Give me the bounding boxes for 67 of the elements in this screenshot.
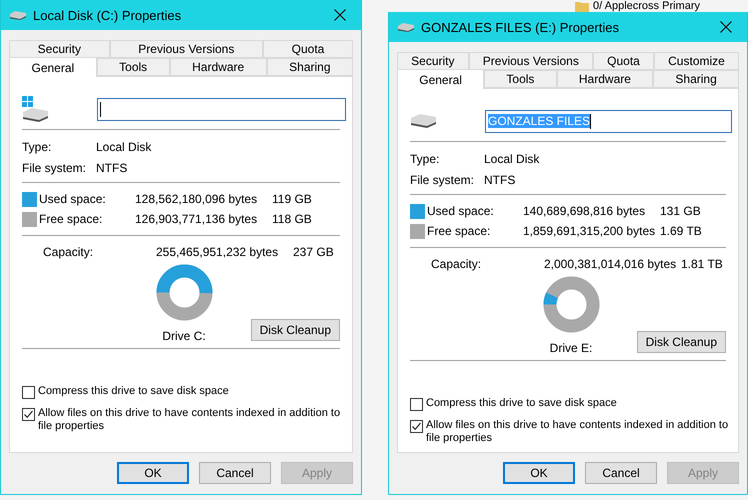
drive-label: Drive E: — [550, 341, 592, 355]
space-label: Used space: — [427, 204, 495, 218]
checkbox[interactable] — [410, 398, 423, 411]
close-icon — [334, 9, 346, 21]
tab[interactable]: Hardware — [556, 70, 654, 88]
space-bytes: 128,562,180,096 bytes — [135, 192, 258, 206]
checkbox-label: Allow files on this drive to have contents indexed in addition to file properties — [426, 419, 730, 445]
space-size: 119 GB — [272, 192, 313, 206]
field-label: File system: — [22, 160, 88, 174]
space-label: Free space: — [39, 212, 104, 226]
usage-donut-chart — [542, 276, 600, 333]
tab[interactable]: Quota — [593, 52, 654, 70]
capacity-label: Capacity: — [43, 245, 94, 259]
tab[interactable]: Security — [9, 40, 110, 58]
window-title: GONZALES FILES (E:) Properties — [421, 20, 620, 34]
field-value: Local Disk — [484, 152, 540, 166]
space-label: Used space: — [39, 192, 107, 206]
dialog-button[interactable]: OK — [503, 462, 575, 484]
capacity-bytes: 2,000,381,014,016 bytes — [544, 257, 678, 271]
capacity-size: 1.81 TB — [681, 257, 724, 271]
disk-cleanup-button[interactable]: Disk Cleanup — [250, 319, 340, 341]
capacity-size: 237 GB — [293, 245, 335, 259]
drive-label: Drive C: — [162, 329, 206, 343]
dialog-button[interactable]: Cancel — [199, 462, 271, 484]
tab[interactable]: Quota — [263, 40, 353, 58]
field-value: NTFS — [96, 160, 128, 174]
tab[interactable]: Hardware — [170, 58, 267, 76]
checkbox-label: Compress this drive to save disk space — [38, 385, 229, 398]
tab[interactable]: Customize — [654, 52, 739, 70]
checkbox[interactable] — [410, 420, 423, 433]
disk-cleanup-button[interactable]: Disk Cleanup — [636, 331, 726, 353]
tab[interactable]: Previous Versions — [468, 52, 593, 70]
capacity-bytes: 255,465,951,232 bytes — [156, 245, 280, 259]
drive-icon — [397, 22, 415, 32]
window-title: Local Disk (C:) Properties — [33, 8, 182, 22]
space-size: 131 GB — [660, 204, 702, 218]
usage-donut-chart — [156, 264, 212, 321]
tab[interactable]: Previous Versions — [110, 40, 263, 58]
checkbox-label: Allow files on this drive to have contents indexed in addition to file properties — [38, 407, 342, 433]
tab[interactable]: Sharing — [653, 70, 739, 88]
drive-icon — [9, 10, 27, 20]
space-label: Free space: — [427, 224, 492, 238]
field-label: Type: — [410, 152, 440, 166]
space-size: 118 GB — [272, 212, 313, 226]
capacity-label: Capacity: — [431, 257, 482, 271]
tab[interactable]: Tools — [96, 58, 170, 76]
close-icon — [720, 21, 732, 33]
checkbox[interactable] — [22, 408, 35, 421]
folder-label: 0/ Applecross Primary — [593, 0, 700, 12]
dialog-button[interactable]: OK — [117, 462, 189, 484]
space-bytes: 140,689,698,816 bytes — [523, 204, 646, 218]
field-value: NTFS — [484, 172, 516, 186]
space-bytes: 126,903,771,136 bytes — [135, 212, 258, 226]
field-value: Local Disk — [96, 140, 152, 154]
tab[interactable]: Sharing — [266, 58, 353, 76]
checkbox[interactable] — [22, 386, 35, 399]
checkbox-label: Compress this drive to save disk space — [426, 397, 617, 410]
tab[interactable]: General — [9, 57, 97, 77]
tab[interactable]: Tools — [484, 70, 557, 88]
space-size: 1.69 TB — [660, 224, 703, 238]
space-bytes: 1,859,691,315,200 bytes — [523, 224, 656, 238]
field-label: Type: — [22, 140, 52, 154]
tab[interactable]: General — [397, 69, 484, 89]
dialog-button[interactable]: Cancel — [585, 462, 657, 484]
tab[interactable]: Security — [397, 52, 469, 70]
field-label: File system: — [410, 172, 476, 186]
name-field[interactable] — [97, 98, 346, 120]
